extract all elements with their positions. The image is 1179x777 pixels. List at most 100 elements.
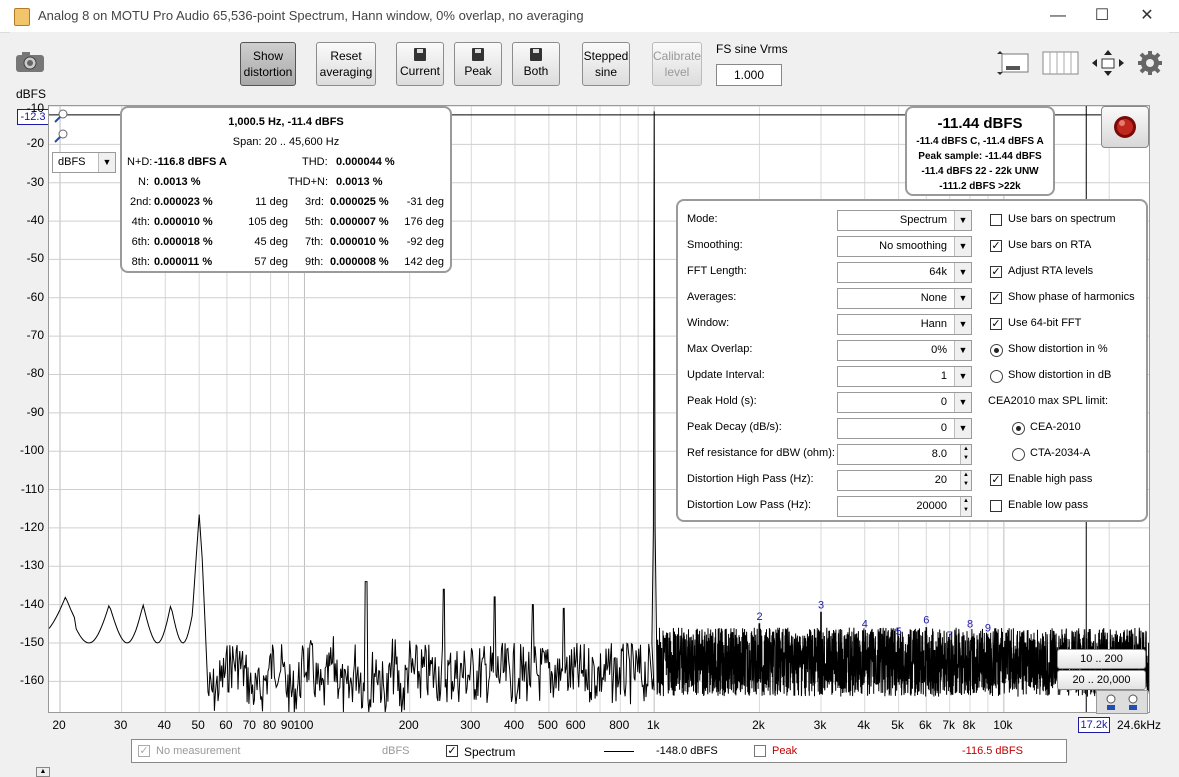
spinner-arrows-icon: ▲ ▼ [960,445,971,464]
camera-icon[interactable] [14,50,46,74]
setting-spinner[interactable]: 8.0 ▲ ▼ [837,444,972,465]
y-tick-label: -150 [19,634,44,649]
setting-label: Mode: [687,213,718,225]
y-tick-label: -50 [26,251,44,266]
record-button[interactable] [1101,106,1149,148]
harmonic-phase: 11 deg [255,196,288,208]
scroll-up-arrow-icon[interactable]: ▲ [36,767,50,777]
harmonic-marker-label: 4 [862,618,868,630]
close-button[interactable]: ✕ [1127,4,1167,28]
no-measurement-label: No measurement [156,745,241,757]
save-current-button[interactable]: Current [396,42,444,86]
setting-dropdown[interactable]: 1 ▼ [837,366,972,387]
thd-label: THD: [302,156,328,168]
cea-2010-radio[interactable] [1012,422,1025,435]
zoom-in-icon[interactable] [53,108,69,124]
show-phase-checkbox[interactable]: ✓ [990,292,1002,304]
show-distortion-label-1: Show [252,49,284,63]
y-unit-select[interactable]: dBFS ▼ [52,152,116,173]
zoom-out-icon[interactable] [53,128,69,144]
fs-sine-input[interactable]: 1.000 [716,64,782,86]
stepped-sine-button[interactable]: Stepped sine [582,42,630,86]
zoom-controls[interactable] [1096,690,1148,714]
save-peak-button[interactable]: Peak [454,42,502,86]
grid-layout-icon[interactable] [1042,50,1080,76]
enable-low-pass-checkbox[interactable] [990,500,1002,512]
peak-sample: Peak sample: -11.44 dBFS [918,151,1042,162]
fs-sine-label: FS sine Vrms [716,42,788,56]
setting-value: 1 [940,370,947,382]
save-icon [414,48,426,61]
window-title: Analog 8 on MOTU Pro Audio 65,536-point … [38,8,584,23]
y-tick-label: -90 [26,404,44,419]
show-phase-checkbox-label: Show phase of harmonics [1008,291,1135,303]
graph-size-icon[interactable] [994,50,1032,76]
calibrate-level-label-1: Calibrate [653,49,702,63]
setting-dropdown[interactable]: Spectrum ▼ [837,210,972,231]
setting-dropdown[interactable]: 0 ▼ [837,392,972,413]
distortion-percent-radio[interactable] [990,344,1003,357]
setting-value: 20000 [916,500,947,512]
harmonic-label: 3rd: [305,196,324,208]
harmonic-value: 0.000023 % [154,196,213,208]
spectrum-checkbox[interactable]: ✓ [446,745,458,757]
range-10-200-button[interactable]: 10 .. 200 [1057,649,1146,669]
distortion-db-radio[interactable] [990,370,1003,383]
harmonic-marker-label: 8 [967,618,973,630]
harmonic-phase: 45 deg [254,236,288,248]
harmonic-label: 5th: [305,216,324,228]
setting-dropdown[interactable]: None ▼ [837,288,972,309]
setting-value: 0 [940,422,947,434]
setting-value: Hann [920,318,947,330]
use-bars-rta-checkbox[interactable]: ✓ [990,240,1002,252]
setting-value: Spectrum [899,214,947,226]
cta-2034-radio[interactable] [1012,448,1025,461]
setting-label: Ref resistance for dBW (ohm): [687,447,835,459]
setting-dropdown[interactable]: Hann ▼ [837,314,972,335]
x-cursor-value[interactable]: 17.2k [1078,717,1110,733]
use-64bit-fft-checkbox[interactable]: ✓ [990,318,1002,330]
chevron-down-icon: ▼ [954,341,971,360]
x-tick-label: 30 [113,718,128,732]
use-64bit-fft-checkbox-label: Use 64-bit FFT [1008,317,1082,329]
harmonic-value: 0.000018 % [154,236,213,248]
setting-label: Distortion High Pass (Hz): [687,473,814,485]
setting-dropdown[interactable]: 0% ▼ [837,340,972,361]
setting-dropdown[interactable]: 64k ▼ [837,262,972,283]
save-both-button[interactable]: Both [512,42,560,86]
harmonic-value: 0.000010 % [154,216,213,228]
harmonic-label: 9th: [305,256,324,268]
use-bars-spectrum-checkbox[interactable] [990,214,1002,226]
calibrate-level-button[interactable]: Calibrate level [652,42,702,86]
use-bars-rta-checkbox-label: Use bars on RTA [1008,239,1092,251]
reset-averaging-button[interactable]: Reset averaging [316,42,376,86]
peak-checkbox[interactable] [754,745,766,757]
show-distortion-button[interactable]: Show distortion [240,42,296,86]
chevron-down-icon: ▼ [954,419,971,438]
setting-dropdown[interactable]: No smoothing ▼ [837,236,972,257]
setting-spinner[interactable]: 20 ▲ ▼ [837,470,972,491]
range-20-20000-button[interactable]: 20 .. 20,000 [1057,670,1146,690]
chevron-down-icon: ▼ [954,393,971,412]
y-tick-label: -80 [26,366,44,381]
settings-gear-icon[interactable] [1138,51,1162,75]
no-measurement-checkbox[interactable]: ✓ [138,745,150,757]
chevron-down-icon: ▼ [98,153,115,172]
harmonic-marker-label: 9 [985,622,991,634]
y-tick-label: -10 [26,101,44,115]
setting-spinner[interactable]: 20000 ▲ ▼ [837,496,972,517]
harmonic-label: 6th: [131,236,150,248]
adjust-rta-checkbox[interactable]: ✓ [990,266,1002,278]
setting-value: 8.0 [931,448,947,460]
use-bars-spectrum-checkbox-label: Use bars on spectrum [1008,213,1116,225]
peak-label: Peak [772,745,798,757]
setting-dropdown[interactable]: 0 ▼ [837,418,972,439]
pan-arrows-icon[interactable] [1090,49,1126,77]
harmonic-phase: 57 deg [254,256,288,268]
harmonic-phase: -31 deg [406,196,444,208]
enable-high-pass-checkbox[interactable]: ✓ [990,474,1002,486]
setting-value: 64k [929,266,947,278]
minimize-button[interactable]: — [1038,4,1078,28]
maximize-button[interactable]: ☐ [1082,4,1122,28]
setting-label: Smoothing: [687,239,743,251]
